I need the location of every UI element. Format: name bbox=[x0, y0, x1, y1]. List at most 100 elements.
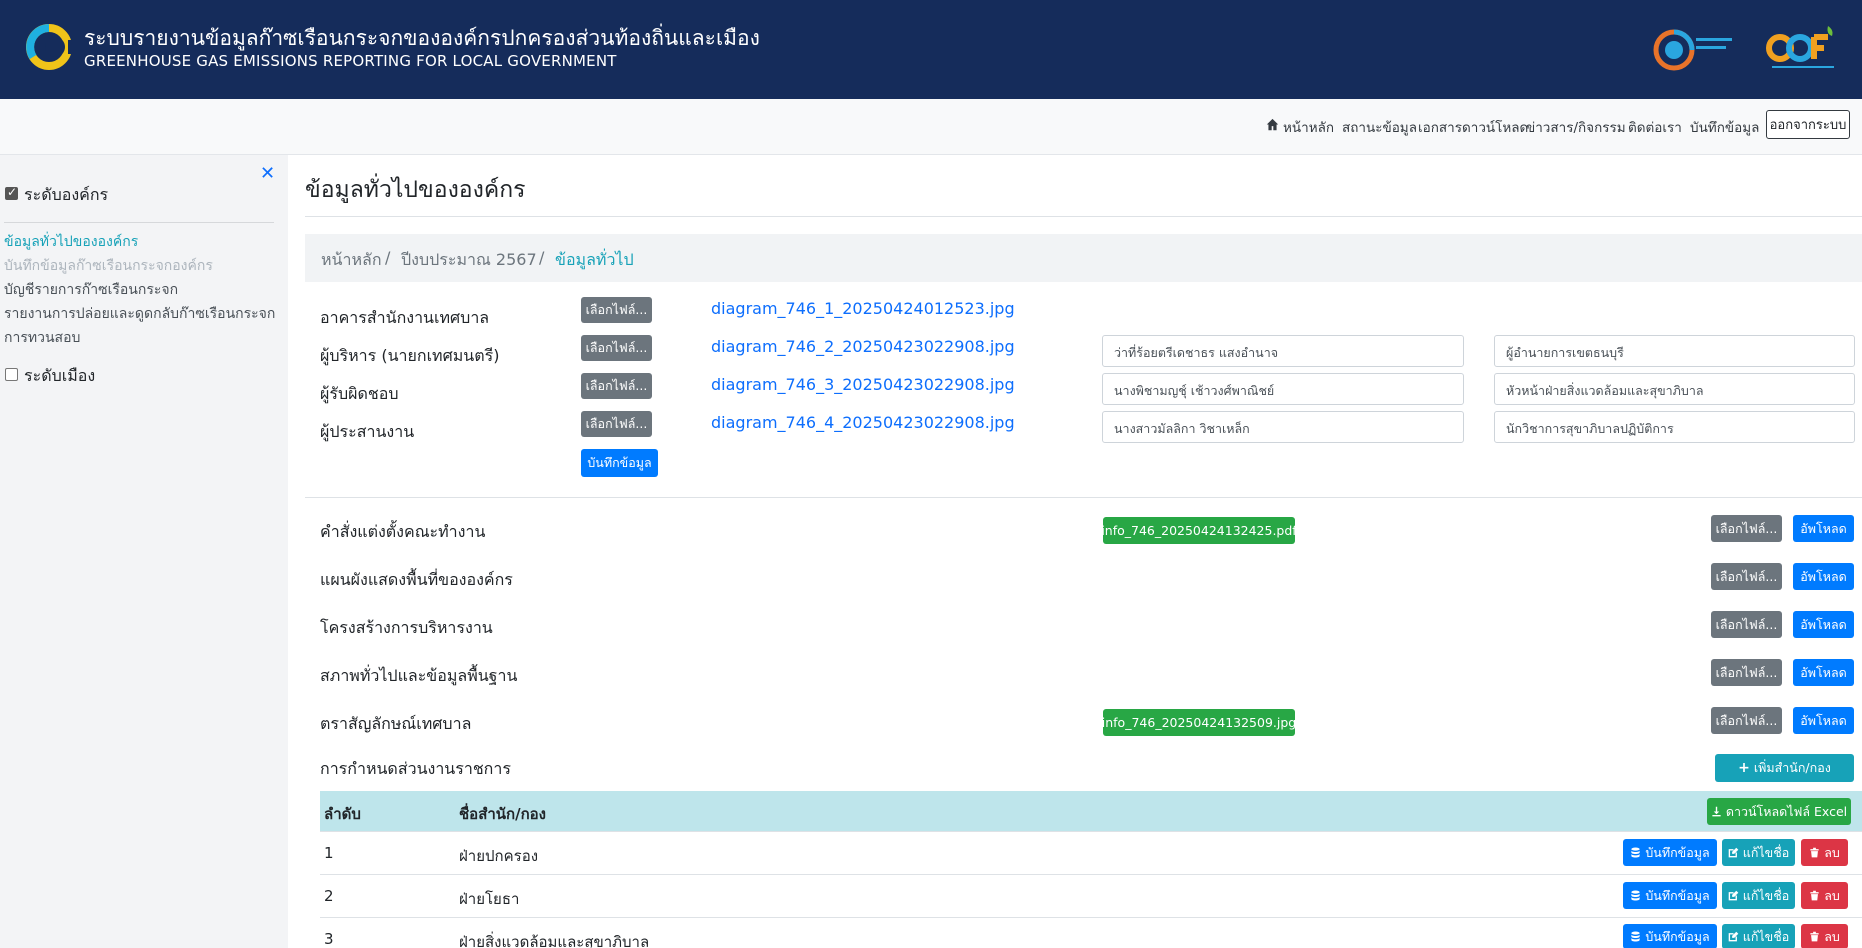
trash-icon bbox=[1810, 931, 1819, 942]
table-row: 2 ฝ่ายโยธา บันทึกข้อมูล แก้ไขชื่อ ลบ bbox=[320, 874, 1862, 917]
row-edit-label: แก้ไขชื่อ bbox=[1742, 928, 1790, 944]
col-header-name: ชื่อสำนัก/กอง bbox=[459, 805, 546, 823]
home-icon bbox=[1266, 118, 1279, 131]
row-edit-button[interactable]: แก้ไขชื่อ bbox=[1722, 839, 1795, 866]
row-delete-button[interactable]: ลบ bbox=[1801, 924, 1848, 948]
nav-record[interactable]: บันทึกข้อมูล bbox=[1690, 116, 1759, 138]
add-unit-button[interactable]: + เพิ่มสำนัก/กอง bbox=[1715, 754, 1854, 782]
col-header-no: ลำดับ bbox=[324, 805, 361, 823]
coordinator-label: ผู้ประสานงาน bbox=[320, 422, 415, 441]
coordinator-name-input[interactable]: นางสาวมัลลิกา วิชาเหล็ก bbox=[1102, 411, 1464, 443]
responsible-name-input[interactable]: นางพิชามญชุ์ เช้าวงศ์พาณิชย์ bbox=[1102, 373, 1464, 405]
row-delete-button[interactable]: ลบ bbox=[1801, 839, 1848, 866]
coordinator-file-link[interactable]: diagram_746_4_20250423022908.jpg bbox=[711, 413, 1015, 432]
units-label: การกำหนดส่วนงานราชการ bbox=[320, 759, 511, 778]
row-save-button[interactable]: บันทึกข้อมูล bbox=[1623, 839, 1717, 866]
close-sidebar-icon[interactable]: ✕ bbox=[260, 163, 275, 184]
sidebar: ✕ ระดับองค์กร ข้อมูลทั่วไปขององค์กร บันท… bbox=[0, 155, 288, 948]
edit-icon bbox=[1728, 847, 1739, 858]
trash-icon bbox=[1810, 890, 1819, 901]
nav-status[interactable]: สถานะข้อมูล bbox=[1342, 116, 1417, 138]
row-save-label: บันทึกข้อมูล bbox=[1645, 844, 1710, 860]
nav-contact[interactable]: ติดต่อเรา bbox=[1628, 116, 1682, 138]
executive-file-link[interactable]: diagram_746_2_20250423022908.jpg bbox=[711, 337, 1015, 356]
choose-file-button[interactable]: เลือกไฟล์... bbox=[581, 335, 652, 361]
responsible-position-input[interactable]: หัวหน้าฝ่ายสิ่งแวดล้อมและสุขาภิบาล bbox=[1494, 373, 1855, 405]
breadcrumb: หน้าหลัก / ปีงบประมาณ 2567 / ข้อมูลทั่วไ… bbox=[305, 234, 1862, 282]
sidebar-item-general-info[interactable]: ข้อมูลทั่วไปขององค์กร bbox=[4, 231, 138, 253]
database-icon bbox=[1631, 890, 1640, 901]
row-save-button[interactable]: บันทึกข้อมูล bbox=[1623, 924, 1717, 948]
executive-position-input[interactable]: ผู้อำนายการเขตธนบุรี bbox=[1494, 335, 1855, 367]
responsible-file-link[interactable]: diagram_746_3_20250423022908.jpg bbox=[711, 375, 1015, 394]
org-level-checkbox[interactable] bbox=[5, 185, 18, 200]
doc-appointment-label: คำสั่งแต่งตั้งคณะทำงาน bbox=[320, 522, 486, 541]
sidebar-item-emission-report[interactable]: รายงานการปล่อยและดูดกลับก๊าซเรือนกระจก bbox=[4, 303, 275, 325]
site-title-en: GREENHOUSE GAS EMISSIONS REPORTING FOR L… bbox=[84, 52, 617, 70]
sidebar-item-ghg-inventory[interactable]: บัญชีรายการก๊าซเรือนกระจก bbox=[4, 279, 178, 301]
city-level-label: ระดับเมือง bbox=[24, 366, 96, 385]
building-file-link[interactable]: diagram_746_1_20250424012523.jpg bbox=[711, 299, 1015, 318]
executive-name-input[interactable]: ว่าที่ร้อยตรีเดชาธร แสงอำนาจ bbox=[1102, 335, 1464, 367]
choose-file-button[interactable]: เลือกไฟล์... bbox=[1711, 515, 1782, 542]
row-delete-label: ลบ bbox=[1824, 928, 1840, 944]
doc-area-map-label: แผนผังแสดงพื้นที่ขององค์กร bbox=[320, 570, 513, 589]
download-excel-button[interactable]: ดาวน์โหลดไฟล์ Excel bbox=[1707, 798, 1851, 825]
nav-docs[interactable]: เอกสารดาวน์โหลด bbox=[1418, 116, 1528, 138]
section-divider bbox=[305, 497, 1862, 498]
row-edit-button[interactable]: แก้ไขชื่อ bbox=[1722, 882, 1795, 909]
row-save-button[interactable]: บันทึกข้อมูล bbox=[1623, 882, 1717, 909]
choose-file-button[interactable]: เลือกไฟล์... bbox=[1711, 659, 1782, 686]
breadcrumb-fiscal-year[interactable]: ปีงบประมาณ 2567 bbox=[401, 248, 537, 273]
table-row: 3 ฝ่ายสิ่งแวดล้อมและสุขาภิบาล บันทึกข้อม… bbox=[320, 917, 1862, 948]
executive-label: ผู้บริหาร (นายกเทศมนตรี) bbox=[320, 346, 500, 365]
building-label: อาคารสำนักงานเทศบาล bbox=[320, 308, 490, 327]
row-no: 2 bbox=[324, 887, 334, 905]
row-edit-button[interactable]: แก้ไขชื่อ bbox=[1722, 924, 1795, 948]
upload-button[interactable]: อัพโหลด bbox=[1793, 611, 1854, 638]
nav-home[interactable]: หน้าหลัก bbox=[1283, 116, 1334, 138]
doc-general-info-label: สภาพทั่วไปและข้อมูลพื้นฐาน bbox=[320, 666, 518, 685]
doc-emblem-file-badge[interactable]: info_746_20250424132509.jpg bbox=[1102, 709, 1296, 736]
responsible-label: ผู้รับผิดชอบ bbox=[320, 384, 399, 403]
breadcrumb-home[interactable]: หน้าหลัก bbox=[321, 248, 382, 273]
breadcrumb-current: ข้อมูลทั่วไป bbox=[555, 250, 634, 269]
doc-structure-label: โครงสร้างการบริหารงาน bbox=[320, 618, 493, 637]
doc-appointment-file-badge[interactable]: info_746_20250424132425.pdf bbox=[1101, 517, 1297, 544]
edit-icon bbox=[1728, 931, 1739, 942]
row-name: ฝ่ายปกครอง bbox=[459, 847, 539, 865]
row-delete-label: ลบ bbox=[1824, 887, 1840, 903]
choose-file-button[interactable]: เลือกไฟล์... bbox=[1711, 563, 1782, 590]
row-no: 1 bbox=[324, 844, 334, 862]
row-edit-label: แก้ไขชื่อ bbox=[1742, 844, 1790, 860]
sidebar-item-ghg-record[interactable]: บันทึกข้อมูลก๊าซเรือนกระจกองค์กร bbox=[4, 255, 213, 277]
choose-file-button[interactable]: เลือกไฟล์... bbox=[581, 297, 652, 323]
site-title-th: ระบบรายงานข้อมูลก๊าซเรือนกระจกขององค์กรป… bbox=[84, 26, 760, 50]
upload-button[interactable]: อัพโหลด bbox=[1793, 515, 1854, 542]
nav-news[interactable]: ข่าวสาร/กิจกรรม bbox=[1526, 116, 1626, 138]
upload-button[interactable]: อัพโหลด bbox=[1793, 563, 1854, 590]
add-unit-label: เพิ่มสำนัก/กอง bbox=[1753, 760, 1831, 775]
choose-file-button[interactable]: เลือกไฟล์... bbox=[1711, 707, 1782, 734]
choose-file-button[interactable]: เลือกไฟล์... bbox=[581, 411, 652, 437]
sidebar-divider bbox=[4, 222, 274, 223]
choose-file-button[interactable]: เลือกไฟล์... bbox=[1711, 611, 1782, 638]
edit-icon bbox=[1728, 890, 1739, 901]
row-delete-label: ลบ bbox=[1824, 844, 1840, 860]
choose-file-button[interactable]: เลือกไฟล์... bbox=[581, 373, 652, 399]
doc-emblem-label: ตราสัญลักษณ์เทศบาล bbox=[320, 714, 472, 733]
trash-icon bbox=[1810, 847, 1819, 858]
row-no: 3 bbox=[324, 930, 334, 948]
coordinator-position-input[interactable]: นักวิชาการสุขาภิบาลปฏิบัติการ bbox=[1494, 411, 1855, 443]
table-header: ลำดับ ชื่อสำนัก/กอง ดาวน์โหลดไฟล์ Excel bbox=[320, 791, 1862, 831]
carbon-organization-logo-icon bbox=[1653, 29, 1732, 71]
city-level-checkbox[interactable] bbox=[5, 368, 18, 381]
sidebar-item-verification[interactable]: การทวนสอบ bbox=[4, 327, 80, 349]
save-people-button[interactable]: บันทึกข้อมูล bbox=[581, 449, 658, 477]
logout-button[interactable]: ออกจากระบบ bbox=[1766, 110, 1850, 139]
site-logo-icon[interactable] bbox=[26, 24, 72, 70]
row-delete-button[interactable]: ลบ bbox=[1801, 882, 1848, 909]
upload-button[interactable]: อัพโหลด bbox=[1793, 659, 1854, 686]
org-level-label: ระดับองค์กร bbox=[24, 185, 109, 204]
upload-button[interactable]: อัพโหลด bbox=[1793, 707, 1854, 734]
